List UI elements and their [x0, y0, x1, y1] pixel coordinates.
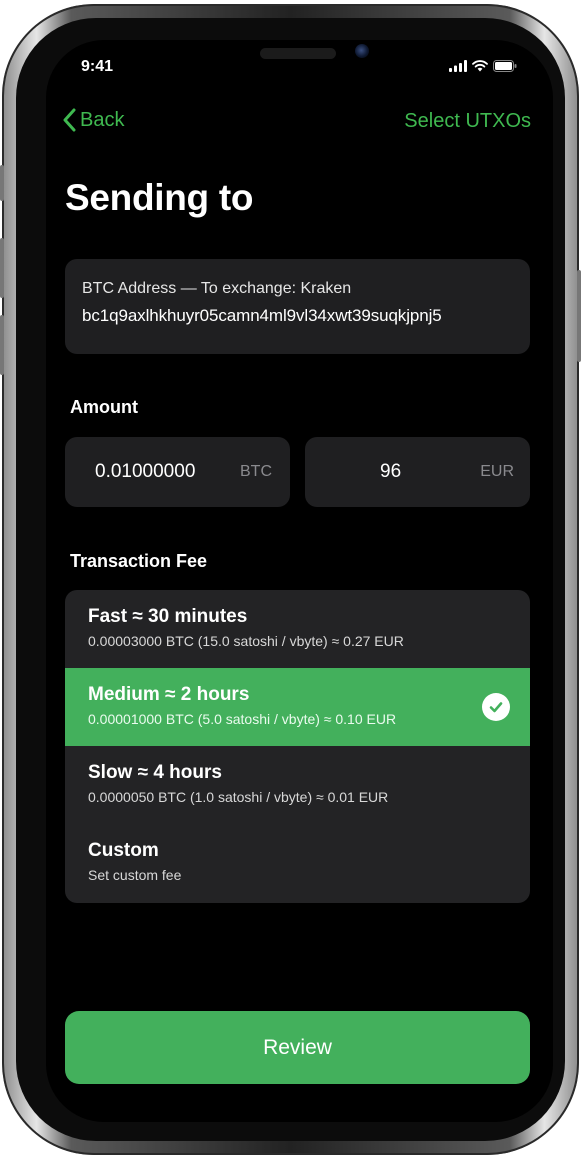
amount-label: Amount [70, 397, 138, 417]
side-button-volume-down [0, 315, 4, 375]
chevron-left-icon [63, 108, 76, 132]
recipient-address: bc1q9axlhkhuyr05camn4ml9vl34xwt39suqkjpn… [82, 306, 442, 325]
battery-icon [493, 60, 517, 72]
front-camera [355, 44, 369, 58]
fee-option-custom[interactable]: Custom Set custom fee [65, 824, 530, 902]
side-button-silent [0, 165, 4, 201]
speaker-grille [260, 48, 336, 59]
page-title: Sending to [65, 177, 254, 218]
status-icons [449, 60, 517, 72]
checkmark-icon [482, 693, 510, 721]
fee-option-detail: 0.00003000 BTC (15.0 satoshi / vbyte) ≈ … [88, 633, 404, 649]
fee-option-medium[interactable]: Medium ≈ 2 hours 0.00001000 BTC (5.0 sat… [65, 668, 530, 746]
signal-icon [449, 60, 467, 72]
fee-option-title: Custom [88, 840, 159, 861]
fee-option-slow[interactable]: Slow ≈ 4 hours 0.0000050 BTC (1.0 satosh… [65, 746, 530, 824]
fee-option-title: Fast ≈ 30 minutes [88, 606, 248, 627]
fiat-amount-value: 96 [380, 461, 402, 482]
fiat-amount-input[interactable]: 96 EUR [305, 437, 530, 507]
fee-option-fast[interactable]: Fast ≈ 30 minutes 0.00003000 BTC (15.0 s… [65, 590, 530, 668]
recipient-label: BTC Address — To exchange: Kraken [82, 280, 352, 297]
side-button-volume-up [0, 238, 4, 298]
fiat-unit-label: EUR [480, 463, 514, 480]
fee-option-title: Medium ≈ 2 hours [88, 684, 250, 705]
btc-amount-input[interactable]: 0.01000000 BTC [65, 437, 290, 507]
btc-unit-label: BTC [240, 463, 272, 480]
fee-option-detail: 0.0000050 BTC (1.0 satoshi / vbyte) ≈ 0.… [88, 789, 389, 805]
fee-options-list: Fast ≈ 30 minutes 0.00003000 BTC (15.0 s… [65, 590, 530, 903]
app-screen: 9:41 Back Select UTXOs Sending to BTC Ad… [46, 40, 553, 1122]
fee-option-detail: Set custom fee [88, 867, 182, 883]
transaction-fee-label: Transaction Fee [70, 551, 208, 571]
fee-option-detail: 0.00001000 BTC (5.0 satoshi / vbyte) ≈ 0… [88, 711, 397, 727]
back-button[interactable]: Back [62, 108, 124, 132]
fee-option-title: Slow ≈ 4 hours [88, 762, 222, 783]
side-button-power [577, 270, 581, 362]
back-label: Back [80, 108, 125, 131]
btc-amount-value: 0.01000000 [95, 461, 196, 482]
wifi-icon [472, 60, 488, 72]
select-utxos-button[interactable]: Select UTXOs [404, 110, 531, 133]
review-button[interactable]: Review [65, 1011, 530, 1084]
status-time: 9:41 [81, 58, 114, 75]
recipient-card: BTC Address — To exchange: Kraken bc1q9a… [65, 259, 530, 354]
